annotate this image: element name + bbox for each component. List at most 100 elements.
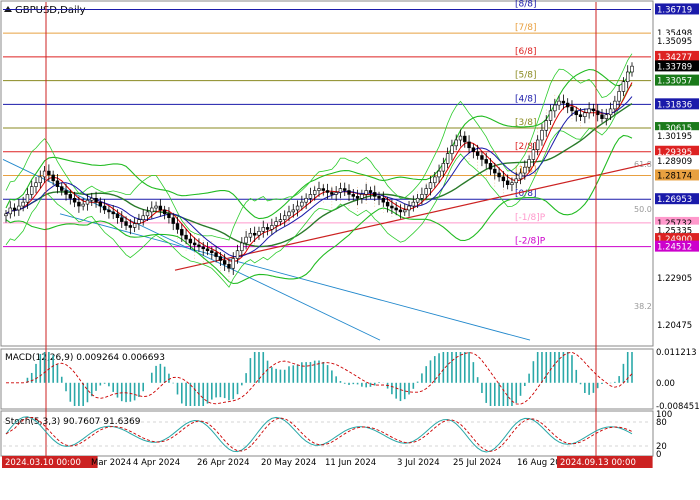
candle-body: [347, 190, 351, 195]
candle-body: [21, 201, 25, 207]
candle-body: [64, 190, 68, 195]
candle-body: [428, 182, 433, 189]
candle-body: [244, 236, 248, 244]
price-badge-text: 1.28174: [657, 171, 692, 181]
candle-body: [368, 190, 373, 193]
murrey-level-label: [5/8]: [515, 71, 537, 81]
candle-body: [102, 205, 107, 211]
time-tick-label: Mar 2024: [91, 458, 131, 468]
murrey-level-label: [-1/8]P: [515, 213, 546, 223]
candle-body: [377, 196, 381, 199]
candle-body: [115, 213, 120, 219]
candle-body: [295, 205, 300, 211]
candle-body: [381, 197, 386, 203]
candle-body: [94, 197, 98, 203]
time-tick-label: 3 Jul 2024: [397, 458, 440, 468]
candle-body: [557, 100, 561, 106]
candle-body: [330, 192, 334, 195]
candle-body: [124, 221, 128, 226]
candle-body: [304, 197, 308, 203]
candle-body: [85, 199, 90, 205]
candle-body: [437, 170, 441, 178]
candle-body: [458, 135, 463, 141]
candle-body: [317, 188, 321, 191]
price-badge-text: 1.22905: [657, 274, 692, 284]
candle-body: [484, 159, 488, 164]
candle-body: [300, 201, 304, 207]
candle-body: [621, 81, 626, 92]
candle-body: [433, 176, 437, 184]
candle-body: [475, 151, 480, 156]
candle-body: [600, 114, 604, 119]
candle-body: [278, 219, 283, 222]
price-badge-text: 1.31836: [657, 100, 692, 110]
murrey-level-label: [7/8]: [515, 23, 537, 33]
candle-body: [355, 196, 360, 199]
candle-body: [25, 194, 30, 203]
candle-body: [441, 163, 446, 172]
candle-body: [30, 186, 34, 195]
candle-body: [287, 211, 291, 217]
candle-body: [77, 201, 81, 207]
price-badge-text: 1.33057: [657, 77, 692, 87]
candle-body: [90, 197, 94, 201]
candle-body: [222, 260, 227, 265]
candle-body: [505, 180, 510, 185]
candle-body: [420, 194, 424, 199]
candle-body: [192, 242, 197, 246]
candle-body: [162, 209, 167, 215]
candle-body: [398, 209, 403, 213]
candle-body: [531, 149, 536, 160]
candle-body: [325, 190, 330, 193]
candle-body: [544, 120, 548, 131]
murrey-level-label: [6/8]: [515, 47, 537, 57]
candle-body: [626, 71, 630, 83]
candle-body: [553, 104, 557, 112]
stoch-title: Stoch(5,3,3) 90.7607 91.6369: [5, 417, 141, 427]
fib-label: 50.0: [634, 205, 652, 214]
candle-body: [540, 129, 544, 141]
candle-body: [214, 252, 218, 257]
candle-body: [591, 108, 596, 112]
candle-body: [184, 234, 188, 240]
candle-body: [411, 201, 416, 207]
candle-body: [4, 213, 8, 217]
candle-body: [55, 180, 60, 187]
candle-body: [595, 110, 600, 116]
candle-body: [252, 232, 257, 236]
time-tick-label: 2024.09.13 00:00: [560, 458, 636, 468]
murrey-level-label: [4/8]: [515, 94, 537, 104]
candle-body: [210, 250, 214, 253]
candle-body: [188, 238, 193, 244]
candle-body: [81, 203, 85, 207]
candle-body: [385, 201, 390, 207]
candle-body: [583, 112, 587, 117]
candle-body: [158, 205, 163, 211]
price-badge-text: 1.35095: [657, 37, 692, 47]
candle-body: [321, 188, 325, 191]
candle-body: [587, 108, 591, 114]
macd-title: MACD(12,26,9) 0.009264 0.006693: [5, 353, 165, 363]
candle-body: [313, 190, 317, 195]
candle-body: [467, 141, 471, 149]
candle-body: [111, 211, 115, 215]
time-tick-label: 4 Apr 2024: [133, 458, 180, 468]
candle-body: [454, 139, 458, 147]
candle-body: [51, 174, 55, 182]
candle-body: [150, 207, 154, 213]
candle-body: [488, 163, 493, 170]
candle-body: [574, 110, 578, 116]
price-badge-text: 1.30195: [657, 132, 692, 142]
candle-body: [527, 159, 531, 168]
candle-body: [274, 221, 278, 226]
symbol-title: GBPUSD,Daily: [15, 5, 86, 16]
candle-body: [231, 258, 235, 269]
murrey-level-label: [8/8]: [515, 0, 537, 9]
candle-body: [608, 108, 613, 116]
candle-body: [218, 256, 223, 261]
candle-body: [561, 100, 566, 104]
candle-body: [514, 178, 518, 184]
candle-body: [291, 209, 295, 213]
murrey-level-label: [-2/8]P: [515, 237, 546, 247]
candle-body: [463, 135, 467, 143]
